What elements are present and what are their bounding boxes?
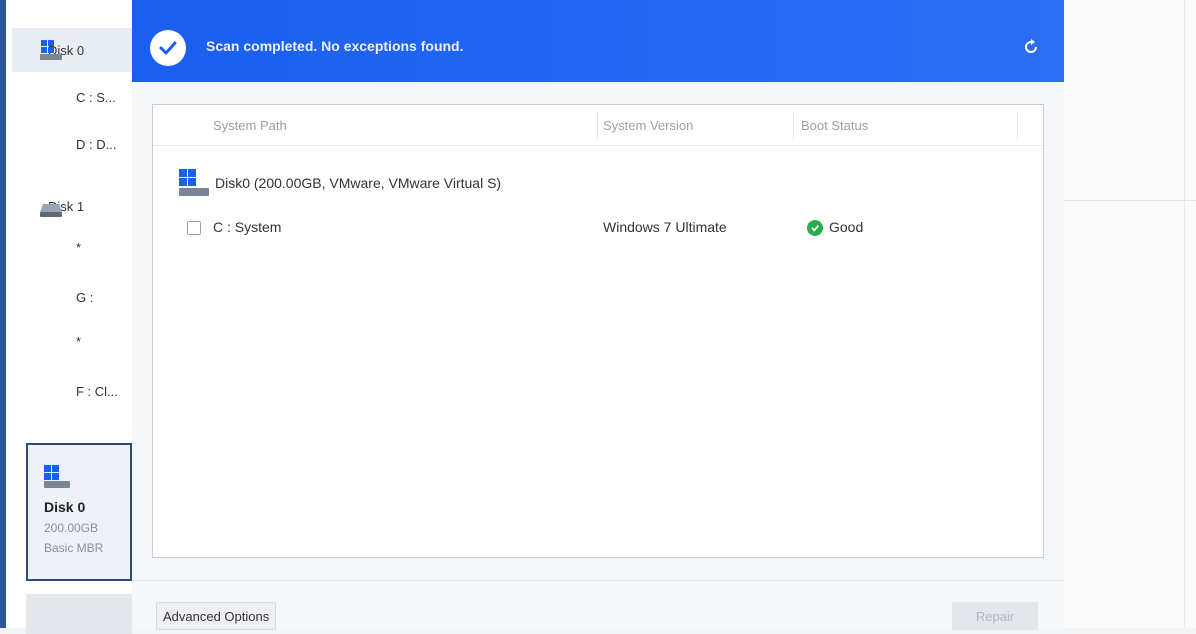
hard-drive-icon [40,204,62,217]
status-ok-icon [807,220,823,236]
cell-boot-status: Good [829,219,864,235]
checkmark-icon [159,41,177,55]
disk-icon [179,169,209,196]
sidebar-item-disk-0[interactable]: Disk 0 [12,28,132,72]
sidebar-partition-item[interactable]: * [76,334,81,349]
disk-card[interactable]: Disk 0 200.00GB Basic MBR [26,443,132,581]
column-separator [793,111,794,139]
disk-card-type: Basic MBR [44,541,104,555]
column-header-system-path[interactable]: System Path [213,118,287,133]
scan-status-text: Scan completed. No exceptions found. [206,38,464,54]
sidebar-partition-item[interactable]: G : [76,290,93,305]
disk-card-partial[interactable] [26,594,132,634]
column-separator [597,111,598,139]
disk-card-name: Disk 0 [44,499,86,515]
sidebar-partition-item[interactable]: F : Cl... [76,384,118,399]
advanced-options-button[interactable]: Advanced Options [156,602,277,630]
cell-system-version: Windows 7 Ultimate [603,219,727,235]
sidebar-accent-strip [0,0,6,628]
disk-group-label: Disk0 (200.00GB, VMware, VMware Virtual … [215,175,502,191]
disk-group-header: Disk0 (200.00GB, VMware, VMware Virtual … [179,169,501,197]
divider [1064,200,1196,201]
scan-status-banner: Scan completed. No exceptions found. [132,0,1064,82]
column-header-boot-status[interactable]: Boot Status [801,118,868,133]
divider [132,580,1064,581]
cell-system-path: C : System [213,219,282,235]
check-circle-icon [150,30,186,66]
column-separator [1017,111,1018,139]
disk-icon [40,40,62,60]
system-table: System Path System Version Boot Status D… [152,104,1044,558]
background-content [1064,0,1196,628]
disk-icon [44,465,70,488]
sidebar-partition-item[interactable]: * [76,240,81,255]
repair-button[interactable]: Repair [952,602,1038,630]
refresh-icon[interactable] [1021,37,1041,57]
boot-repair-dialog: Scan completed. No exceptions found. Sys… [132,0,1064,630]
sidebar-partition-item[interactable]: D : D... [76,137,116,152]
sidebar-partition-item[interactable]: C : S... [76,90,116,105]
table-row[interactable]: C : System Windows 7 Ultimate Good [153,215,1043,241]
sidebar-item-disk-1[interactable]: Disk 1 [12,184,132,228]
disk-card-size: 200.00GB [44,521,99,535]
disk-sidebar: Disk 0 C : S... D : D... Disk 1 * G : * … [0,0,133,634]
column-header-system-version[interactable]: System Version [603,118,693,133]
table-header: System Path System Version Boot Status [153,105,1043,146]
divider [1184,0,1185,628]
row-checkbox[interactable] [187,221,201,235]
